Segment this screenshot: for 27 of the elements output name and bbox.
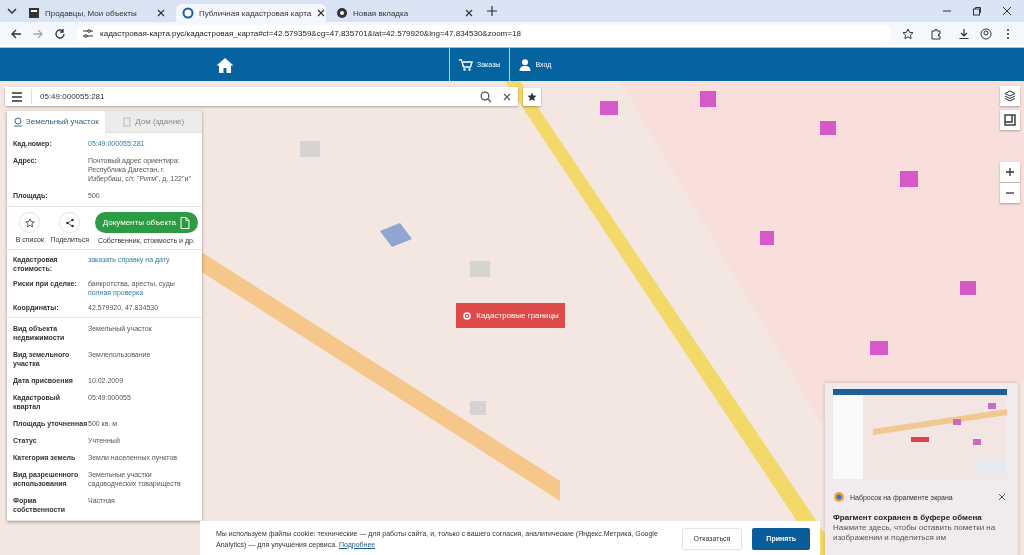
- new-tab-icon[interactable]: [486, 5, 498, 17]
- profile-icon[interactable]: [980, 27, 992, 40]
- site-settings-icon: [82, 28, 94, 39]
- tab-title: Публичная кадастровая карта: [199, 8, 312, 18]
- bookmark-star-icon[interactable]: [902, 27, 914, 40]
- page-icon: [28, 7, 40, 19]
- reload-icon[interactable]: [54, 27, 66, 40]
- user-icon: [519, 58, 532, 71]
- close-icon[interactable]: [316, 8, 327, 18]
- address-field[interactable]: кадастровая-карта.рус/кадастровая_карта#ct=42.579359&cg=47.835701&lat=42.579920&lng=47.834530&zoom=18: [76, 24, 892, 43]
- browser-tab[interactable]: Публичная кадастровая карта: [176, 4, 326, 22]
- tab-title: Новая вкладка: [353, 8, 410, 18]
- browser-icon: [336, 7, 348, 19]
- browser-tab[interactable]: Новая вкладка: [330, 4, 480, 22]
- close-icon[interactable]: [156, 8, 166, 18]
- restore-icon[interactable]: [972, 6, 982, 16]
- ring-icon: [182, 7, 194, 19]
- tab-title: Продавцы, Мои объекты: [45, 8, 138, 18]
- tab-list-icon[interactable]: [6, 5, 18, 17]
- close-icon[interactable]: [1002, 6, 1012, 16]
- cart-icon: [459, 58, 473, 71]
- extensions-icon[interactable]: [930, 27, 942, 40]
- home-icon[interactable]: [215, 56, 234, 73]
- browser-tab[interactable]: Продавцы, Мои объекты: [22, 4, 172, 22]
- close-icon[interactable]: [464, 8, 474, 18]
- back-icon[interactable]: [10, 27, 22, 40]
- download-icon[interactable]: [958, 27, 970, 40]
